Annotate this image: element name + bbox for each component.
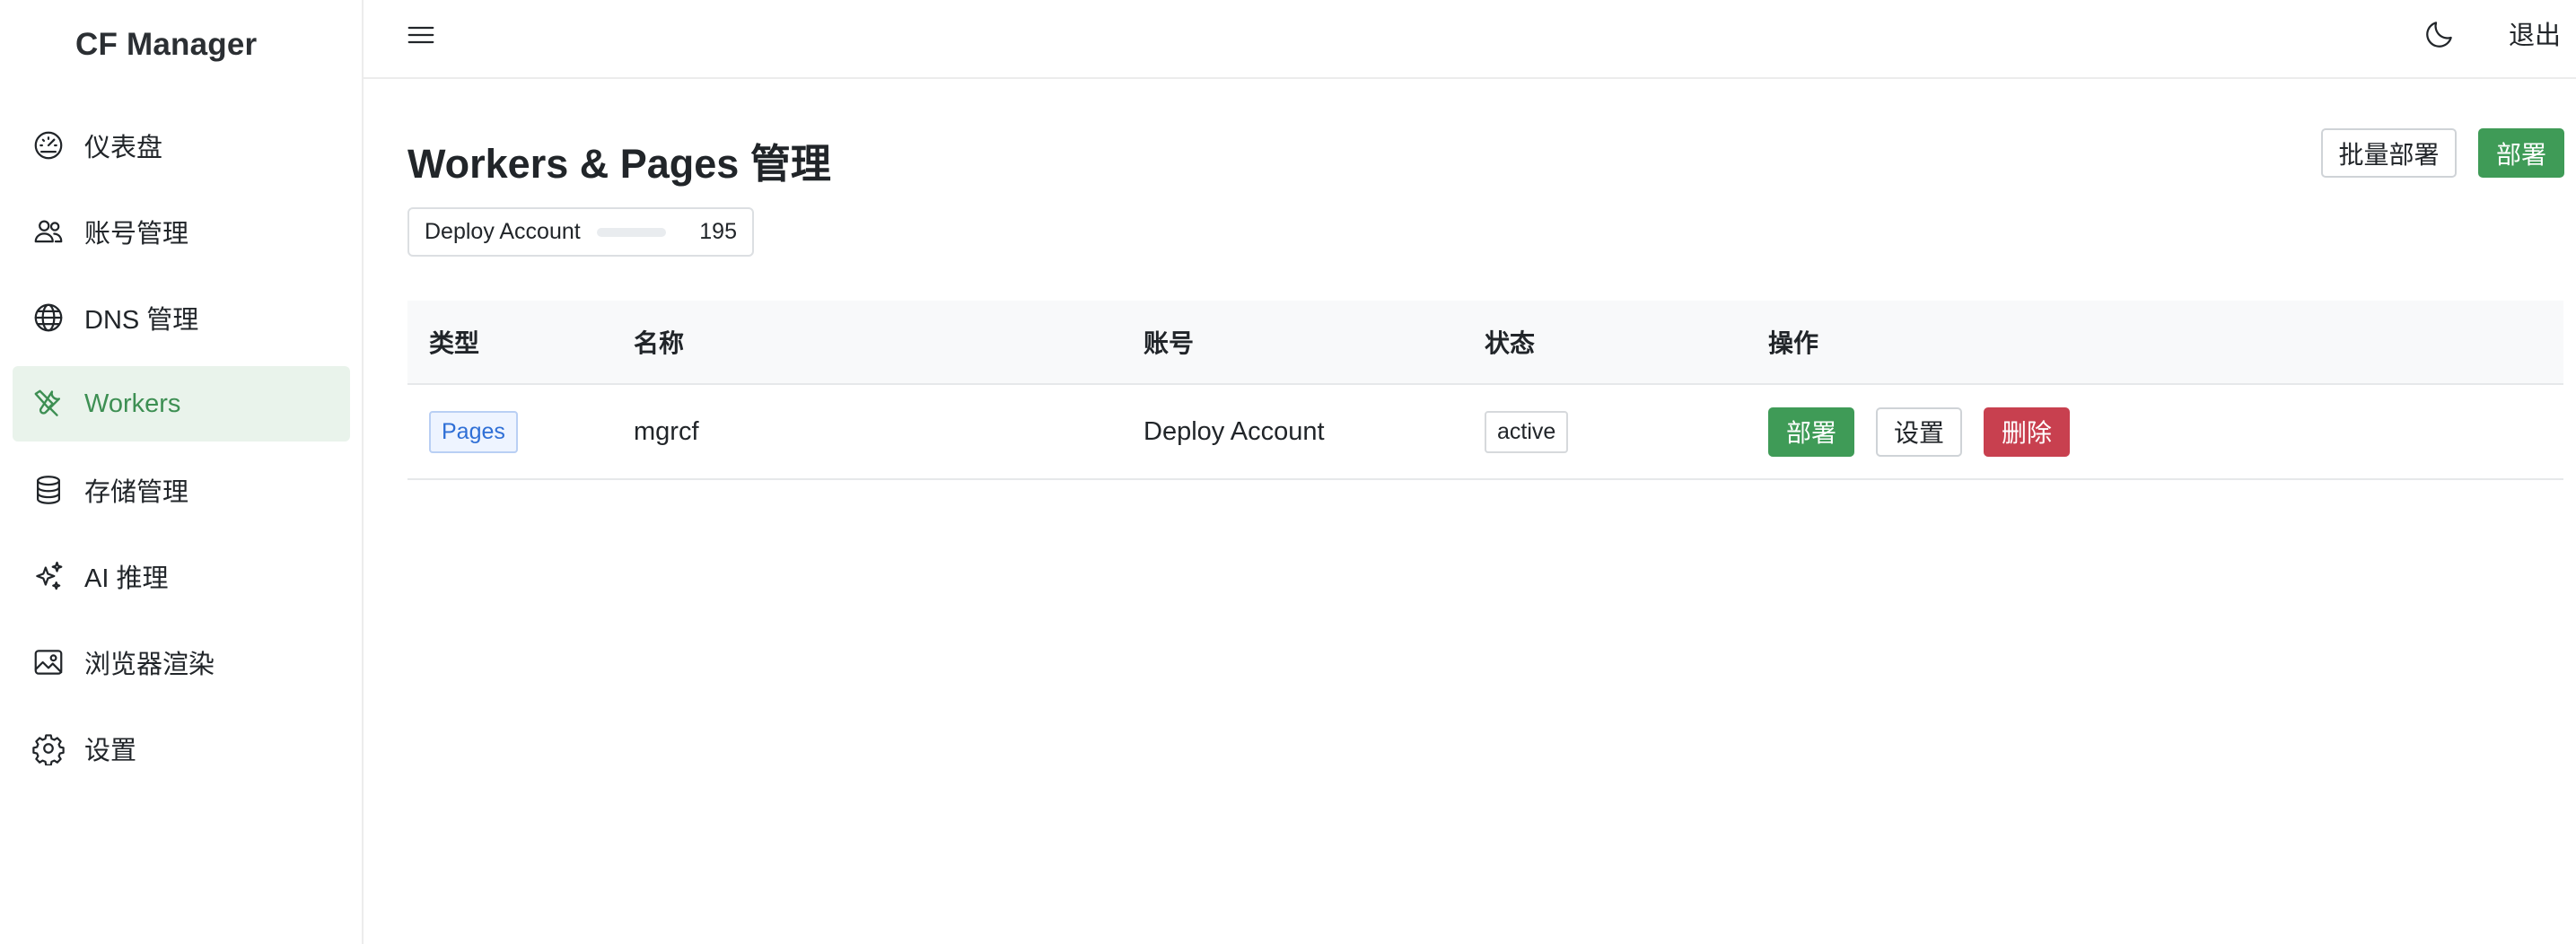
sidebar-nav: 仪表盘 账号管理 DNS 管理 Workers 存储管理 AI 推理 浏览器渲染…	[13, 108, 350, 797]
main-content: Workers & Pages 管理 批量部署 部署 Deploy Accoun…	[364, 79, 2576, 944]
speedometer-icon	[31, 127, 66, 163]
deploy-button[interactable]: 部署	[2478, 128, 2564, 178]
top-bar: 退出	[364, 0, 2576, 79]
sidebar-item-label: 浏览器渲染	[84, 651, 215, 679]
sidebar-item-label: Workers	[84, 389, 181, 418]
sidebar: CF Manager 仪表盘 账号管理 DNS 管理 Workers 存储管理 …	[0, 0, 364, 944]
type-badge: Pages	[429, 410, 518, 453]
sidebar-item-settings[interactable]: 设置	[13, 711, 350, 786]
row-settings-button[interactable]: 设置	[1876, 406, 1962, 457]
app-brand: CF Manager	[75, 27, 258, 62]
sidebar-item-ai[interactable]: AI 推理	[13, 538, 350, 614]
status-badge: active	[1485, 410, 1569, 453]
sidebar-item-label: AI 推理	[84, 564, 169, 593]
cell-name: mgrcf	[634, 416, 699, 446]
app-root: CF Manager 仪表盘 账号管理 DNS 管理 Workers 存储管理 …	[0, 0, 2576, 944]
sidebar-item-label: 仪表盘	[84, 134, 163, 162]
logout-button[interactable]: 退出	[2509, 14, 2561, 52]
tools-icon	[31, 386, 66, 422]
column-header-name: 名称	[634, 329, 685, 357]
column-header-status: 状态	[1485, 329, 1536, 357]
moon-icon[interactable]	[2423, 17, 2458, 53]
cell-status: active	[1485, 410, 1768, 453]
account-filter-chip[interactable]: Deploy Account 195	[407, 207, 754, 257]
column-header-account: 账号	[1143, 329, 1195, 357]
sidebar-item-accounts[interactable]: 账号管理	[13, 194, 350, 269]
gear-icon	[31, 730, 66, 766]
sidebar-item-storage[interactable]: 存储管理	[13, 452, 350, 528]
sidebar-item-dns[interactable]: DNS 管理	[13, 280, 350, 355]
row-deploy-button[interactable]: 部署	[1768, 406, 1854, 457]
cell-account: Deploy Account	[1143, 416, 1325, 446]
row-delete-button[interactable]: 删除	[1984, 406, 2070, 457]
sidebar-item-label: 账号管理	[84, 220, 189, 249]
account-name: Deploy Account	[425, 219, 581, 244]
table-row: Pages mgrcf Deploy Account active 部署 设置 …	[407, 385, 2563, 480]
sparkles-icon	[31, 558, 66, 594]
sidebar-item-browser-render[interactable]: 浏览器渲染	[13, 625, 350, 700]
column-header-actions: 操作	[1768, 329, 1819, 357]
cell-actions: 部署 设置 删除	[1768, 406, 2563, 457]
hamburger-icon[interactable]	[407, 23, 439, 50]
users-icon	[31, 214, 66, 249]
account-count: 195	[699, 219, 737, 244]
page-title: Workers & Pages 管理	[407, 141, 831, 187]
cell-type: Pages	[407, 410, 634, 453]
database-icon	[31, 472, 66, 508]
image-icon	[31, 644, 66, 680]
sidebar-item-workers[interactable]: Workers	[13, 366, 350, 441]
batch-deploy-button[interactable]: 批量部署	[2321, 128, 2457, 178]
table-header: 类型 名称 账号 状态 操作	[407, 301, 2563, 385]
sidebar-item-label: DNS 管理	[84, 306, 199, 335]
sidebar-item-label: 设置	[84, 737, 137, 765]
account-usage-bar	[596, 227, 666, 237]
workers-table: 类型 名称 账号 状态 操作 Pages mgrcf Deploy Accoun…	[407, 301, 2563, 480]
globe-icon	[31, 300, 66, 336]
sidebar-item-dashboard[interactable]: 仪表盘	[13, 108, 350, 183]
sidebar-item-label: 存储管理	[84, 478, 189, 507]
column-header-type: 类型	[429, 329, 480, 357]
